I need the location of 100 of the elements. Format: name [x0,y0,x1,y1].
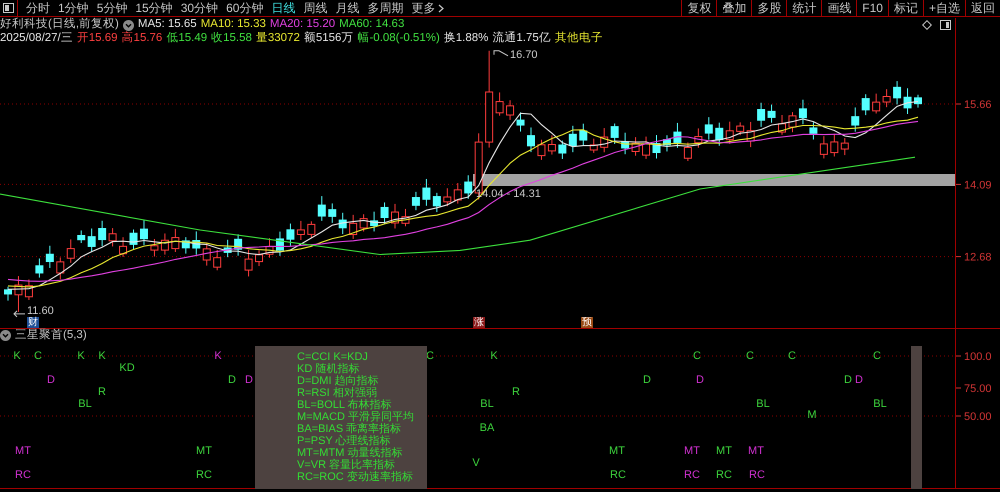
price-label: 11.60 [27,306,54,317]
period-tab[interactable]: 更多 [407,0,448,16]
signal-label: RC [610,470,626,481]
legend-text: D=DMI 趋向指标 [297,375,380,387]
legend-text: MT=MTM 动量线指标 [297,447,404,459]
legend-text: R=RSI 相对强弱 [297,387,378,399]
legend-text: KD 随机指标 [297,363,360,375]
signal-label: C [746,351,754,362]
moving-average-label: MA10: 15.33 [200,19,266,31]
signal-label: BL [756,399,770,410]
quote-text: 流通1.75亿 [492,33,551,45]
period-tab[interactable]: 日线 [267,0,300,16]
legend-text: P=PSY 心理线指标 [297,435,392,447]
quote-text: 换1.88% [444,33,488,45]
quote-text: 低15.49 [166,33,208,45]
period-tab[interactable]: 多周期 [363,0,408,16]
period-tab[interactable]: 5分钟 [92,0,132,16]
legend-text: M=MACD 平滑异同平均 [297,411,416,423]
signal-label: M [807,410,817,421]
period-tab[interactable]: 1分钟 [54,0,93,16]
signal-label: K [214,351,222,362]
toolbar-button[interactable]: +自选 [922,0,965,16]
leader-line [494,50,508,56]
quote-text: 其他电子 [554,33,603,45]
moving-average-label: MA5: 15.65 [138,19,197,31]
axis-label: 100.0 [964,351,992,363]
period-tab[interactable]: 分时 [22,0,54,16]
panel-toggle-icon[interactable] [3,3,14,13]
legend-text: BL=BOLL 布林指标 [297,399,393,411]
legend-text: RC=ROC 变动速率指标 [297,471,414,483]
quote-text: 2025/08/27/三 [0,33,73,45]
quote-text: 额5156万 [304,33,354,45]
axis-label: 75.00 [964,383,992,395]
stock-title: 好利科技(日线,前复权) [0,19,119,31]
quote-text: 高15.76 [122,33,162,45]
signal-label: C [34,351,42,362]
quote-text: 收15.58 [211,33,252,45]
price-label: 16.70 [510,50,538,61]
legend-text: C=CCI K=KDJ [297,351,369,363]
axis-label: 15.66 [964,99,992,111]
axis-label: 12.68 [964,252,992,264]
signal-label: R [512,387,520,398]
indicator-title: 三星聚首(5,3) [15,330,87,342]
signal-label: D [643,375,651,386]
period-tab[interactable]: 周线 [299,0,332,16]
period-tab[interactable]: 15分钟 [131,0,177,16]
signal-label: RC [684,470,700,481]
moving-average-label: MA60: 14.63 [339,19,404,31]
chevron-icon[interactable] [438,4,444,14]
toolbar-button[interactable]: 统计 [786,0,822,16]
toolbar-button[interactable]: 复权 [681,0,716,16]
diamond-icon[interactable] [922,20,932,30]
signal-label: MT [716,446,732,457]
signal-label: RC [15,470,31,481]
signal-label: D [696,375,704,386]
signal-label: BL [873,399,887,410]
signal-label: R [98,387,106,398]
signal-label: K [490,351,498,362]
signal-label: KD [119,363,135,374]
event-marker: 涨 [473,317,485,328]
signal-label: RC [196,470,212,481]
signal-label: D [245,375,253,386]
leader-line [13,310,26,318]
signal-label: D [855,375,863,386]
axis-label: 14.09 [964,179,992,192]
quote-text: 幅-0.08(-0.51%) [357,33,440,45]
signal-label: C [788,351,796,362]
signal-label: MT [196,446,212,457]
chevron-icon[interactable] [0,330,11,341]
event-marker: 财 [27,317,39,328]
signal-label: MT [684,446,700,457]
toolbar-button[interactable]: 画线 [821,0,856,16]
event-marker: 预 [581,317,593,328]
toolbar-button[interactable]: F10 [856,0,888,16]
signal-label: K [98,351,106,362]
signal-label: K [77,351,85,362]
toolbar-button[interactable]: 多股 [751,0,786,16]
quote-text: 开15.69 [76,33,118,45]
signal-label: C [693,351,701,362]
axis-label: 50.00 [964,411,992,423]
signal-label: MT [609,446,625,457]
signal-label: V [472,458,480,469]
toolbar-button[interactable]: 标记 [888,0,923,16]
signal-label: C [873,351,881,362]
signal-label: RC [749,470,765,481]
signal-label: MT [15,446,31,457]
signal-label: K [13,351,21,362]
signal-label: RC [716,470,732,481]
signal-label: BA [480,423,494,434]
period-tab[interactable]: 30分钟 [176,0,222,16]
panel-toggle-icon[interactable] [940,20,951,30]
moving-average-label: MA20: 15.20 [270,19,336,31]
toolbar-button[interactable]: 返回 [965,0,1000,16]
chevron-icon[interactable] [122,20,134,30]
period-tab[interactable]: 60分钟 [222,0,268,16]
legend-text: BA=BIAS 乖离率指标 [297,423,402,435]
signal-label: BL [480,399,494,410]
signal-label: MT [748,446,764,457]
toolbar-button[interactable]: 叠加 [716,0,752,16]
period-tab[interactable]: 月线 [331,0,364,16]
